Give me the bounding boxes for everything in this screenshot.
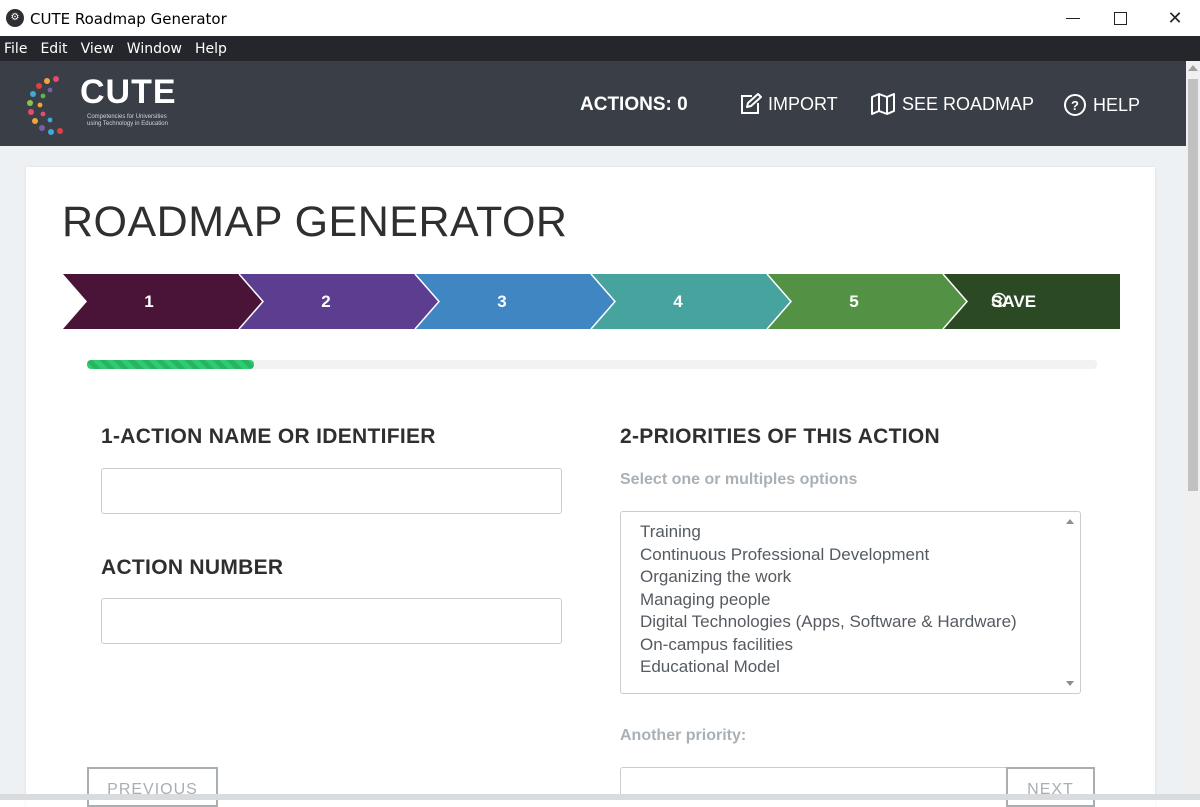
step-1-label: 1 (144, 292, 154, 311)
menu-help[interactable]: Help (195, 41, 227, 57)
edit-icon (741, 93, 762, 114)
step-5-label: 5 (849, 292, 859, 311)
scroll-up-icon[interactable] (1188, 65, 1198, 71)
maximize-button[interactable] (1097, 0, 1143, 36)
cute-logo-icon (27, 76, 63, 135)
help-circle-icon: ? (1064, 94, 1086, 116)
next-button[interactable]: NEXT (1006, 767, 1095, 807)
action-number-input[interactable] (101, 598, 562, 644)
map-icon (871, 93, 895, 115)
minimize-button[interactable] (1050, 0, 1096, 36)
priority-option[interactable]: Managing people (640, 589, 1080, 612)
logo-subtitle-line-2: using Technology in Education (87, 121, 168, 127)
minimize-icon (1066, 17, 1080, 19)
help-label: HELP (1093, 94, 1141, 115)
priority-option[interactable]: On-campus facilities (640, 634, 1080, 657)
progress-bar (87, 360, 1097, 369)
another-priority-input[interactable] (620, 767, 1020, 797)
close-button[interactable]: ✕ (1152, 0, 1198, 36)
window-title: CUTE Roadmap Generator (30, 10, 227, 28)
close-icon: ✕ (1167, 7, 1183, 28)
menu-file[interactable]: File (4, 41, 27, 57)
window-titlebar: ⚙ CUTE Roadmap Generator ✕ (0, 0, 1200, 36)
maximize-icon (1113, 11, 1127, 25)
action-name-label: 1-ACTION NAME OR IDENTIFIER (101, 425, 436, 448)
vertical-scrollbar[interactable] (1186, 61, 1200, 794)
priority-option[interactable]: Digital Technologies (Apps, Software & H… (640, 611, 1080, 634)
check-circle-icon (991, 292, 1007, 308)
import-label: IMPORT (768, 93, 838, 114)
svg-text:?: ? (1071, 98, 1079, 113)
listbox-scroll-up-icon[interactable] (1066, 519, 1074, 524)
menu-edit[interactable]: Edit (40, 41, 67, 57)
priority-option[interactable]: Educational Model (640, 656, 1080, 679)
progress-bar-fill (87, 360, 254, 369)
page-title: ROADMAP GENERATOR (62, 198, 568, 246)
step-arrows (63, 274, 1120, 329)
step-wizard: 1 2 3 4 5 SAVE (63, 274, 1120, 329)
scrollbar-thumb[interactable] (1188, 79, 1198, 491)
logo-text: CUTE (80, 73, 177, 111)
action-name-input[interactable] (101, 468, 562, 514)
cute-app-icon: ⚙ (6, 9, 24, 27)
menu-window[interactable]: Window (127, 41, 182, 57)
priorities-label: 2-PRIORITIES OF THIS ACTION (620, 425, 941, 448)
menu-bar: File Edit View Window Help (0, 36, 1200, 61)
logo-subtitle-line-1: Competencies for Universities (87, 114, 167, 120)
window-bottom-edge (0, 794, 1200, 800)
priority-option[interactable]: Training (640, 521, 1080, 544)
action-number-label: ACTION NUMBER (101, 556, 284, 579)
step-save: SAVE (991, 292, 1036, 312)
listbox-scroll-down-icon[interactable] (1066, 681, 1074, 686)
see-roadmap-button[interactable]: SEE ROADMAP (870, 92, 1034, 116)
priority-option[interactable]: Organizing the work (640, 566, 1080, 589)
step-4-label: 4 (673, 292, 683, 311)
priorities-hint: Select one or multiples options (620, 471, 858, 488)
another-priority-label: Another priority: (620, 727, 747, 744)
app-header: CUTE Competencies for Universities using… (0, 61, 1186, 146)
priority-option[interactable]: Continuous Professional Development (640, 544, 1080, 567)
import-button[interactable]: IMPORT (738, 92, 838, 116)
previous-button[interactable]: PREVIOUS (87, 767, 218, 807)
help-button[interactable]: ? HELP (1063, 92, 1140, 118)
actions-counter: ACTIONS: 0 (580, 94, 688, 115)
see-roadmap-label: SEE ROADMAP (902, 93, 1035, 114)
step-3-label: 3 (497, 292, 507, 311)
priorities-listbox[interactable]: Training Continuous Professional Develop… (620, 511, 1081, 694)
logo-subtitle: Competencies for Universities using Tech… (87, 114, 187, 128)
menu-view[interactable]: View (81, 41, 114, 57)
step-2-label: 2 (321, 292, 331, 311)
